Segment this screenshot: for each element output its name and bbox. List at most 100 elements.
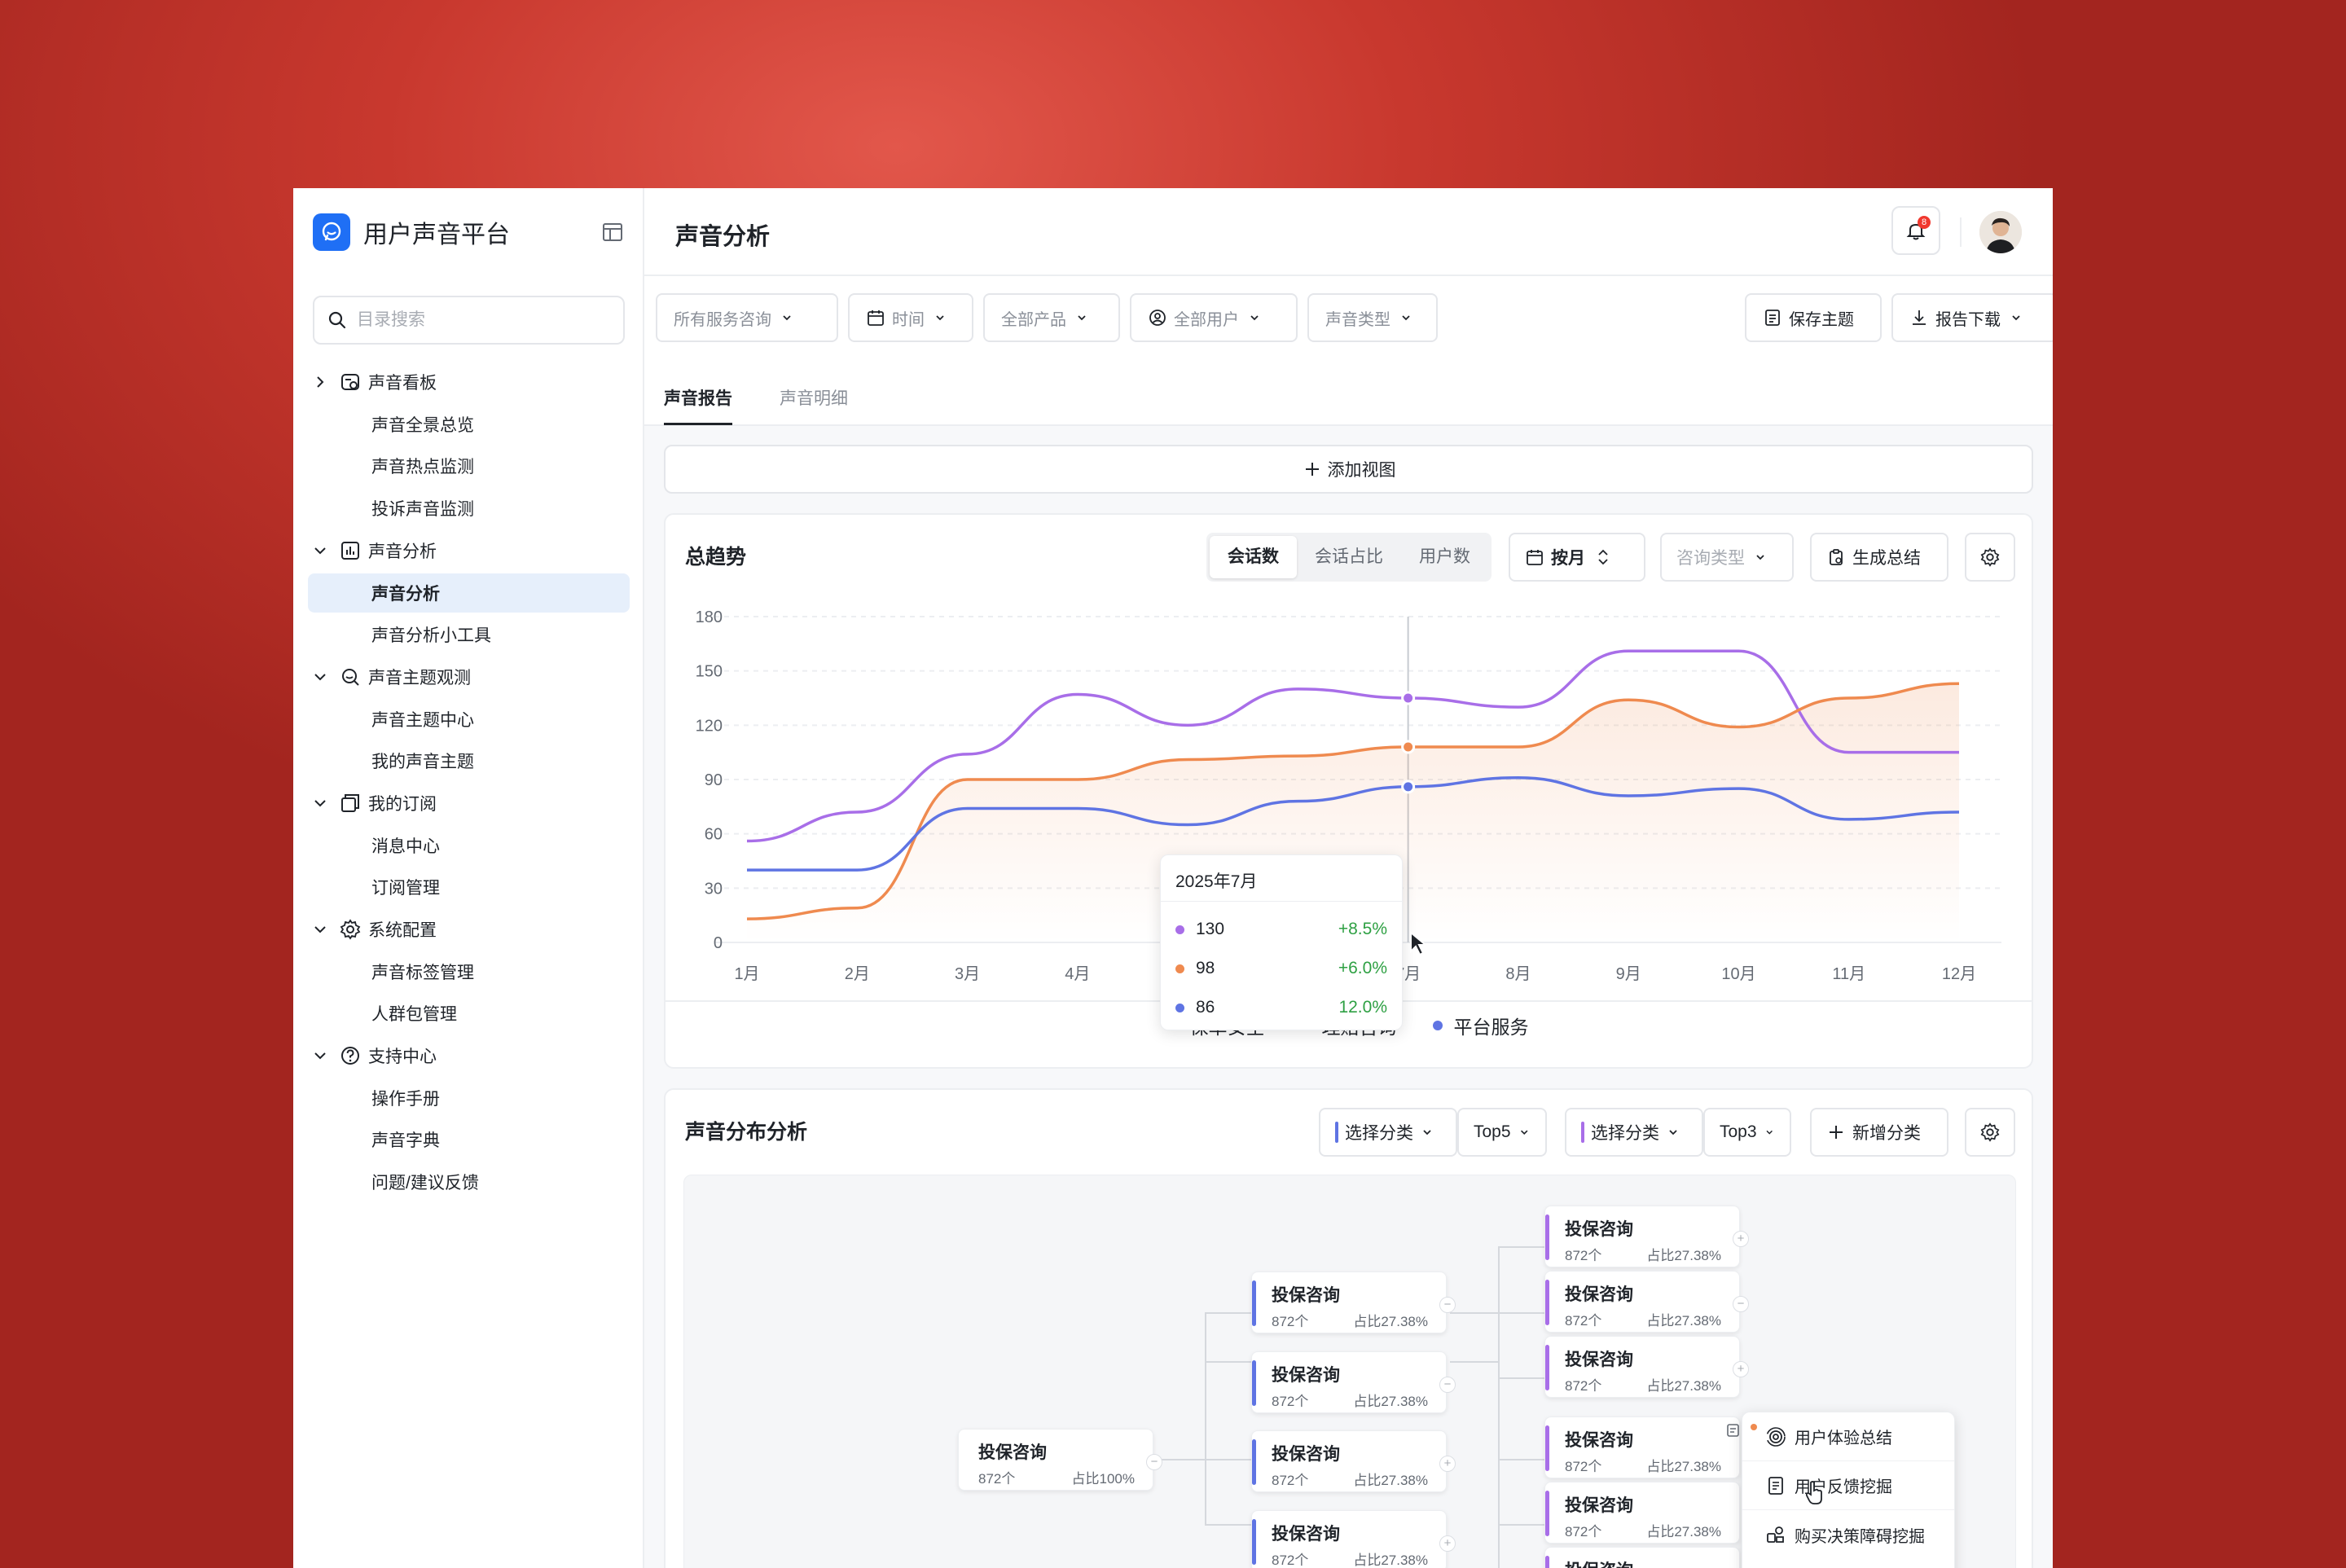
sidebar-item-complaint[interactable]: 投诉声音监测 <box>293 487 644 529</box>
sidebar-item-message-center[interactable]: 消息中心 <box>293 824 644 867</box>
tree-level1-node[interactable]: 投保咨询 872个 占比27.38% + <box>1251 1510 1456 1568</box>
report-download-button[interactable]: 报告下载 <box>1891 293 2053 342</box>
tree-level1-node[interactable]: 投保咨询 872个 占比27.38% − <box>1251 1272 1456 1333</box>
chevron-right-icon <box>317 376 324 388</box>
tooltip-divider <box>1161 901 1402 902</box>
add-category-button[interactable]: 新增分类 <box>1810 1108 1948 1157</box>
nav-group-support[interactable]: 支持中心 <box>293 1034 644 1077</box>
consult-type-select[interactable]: 咨询类型 <box>1660 533 1794 582</box>
top-n-select-2[interactable]: Top3 <box>1703 1108 1791 1157</box>
sort-updown-icon <box>1598 549 1608 565</box>
top-n-select-1[interactable]: Top5 <box>1457 1108 1547 1157</box>
tree-level2-node[interactable]: 投保咨询 <box>1544 1547 1740 1568</box>
category-select-1[interactable]: 选择分类 <box>1319 1108 1457 1157</box>
voice-type-filter[interactable]: 声音类型 <box>1307 293 1438 342</box>
service-filter[interactable]: 所有服务咨询 <box>656 293 838 342</box>
product-filter[interactable]: 全部产品 <box>983 293 1120 342</box>
sidebar-item-voice-analysis[interactable]: 声音分析 <box>308 573 630 613</box>
category-select-2[interactable]: 选择分类 <box>1565 1108 1703 1157</box>
tab-voice-report[interactable]: 声音报告 <box>664 385 732 425</box>
edit-note-icon[interactable] <box>1726 1422 1742 1438</box>
collapse-node-icon[interactable]: − <box>1439 1297 1456 1313</box>
node-color-bar <box>1252 1519 1256 1565</box>
x-tick-label: 3月 <box>955 965 980 983</box>
chevron-down-icon <box>314 547 326 554</box>
tab-voice-detail[interactable]: 声音明细 <box>780 385 848 423</box>
menu-item-purchase-barrier[interactable]: 购买决策障碍挖掘 <box>1742 1510 1954 1559</box>
nav-group-theme[interactable]: 声音主题观测 <box>293 656 644 698</box>
node-title: 投保咨询 <box>1565 1351 1633 1369</box>
gear-icon <box>340 919 361 940</box>
document-icon <box>1765 310 1780 326</box>
expand-node-icon[interactable]: + <box>1733 1361 1749 1377</box>
tree-root-node[interactable]: 投保咨询 872个 占比100% − <box>958 1429 1162 1491</box>
collapse-node-icon[interactable]: − <box>1733 1296 1749 1312</box>
catalog-search[interactable] <box>313 296 625 345</box>
search-input[interactable] <box>357 310 601 330</box>
tooltip-dot <box>1175 925 1184 934</box>
collapse-node-icon[interactable]: − <box>1146 1454 1162 1470</box>
legend-item[interactable]: 平台服务 <box>1432 1012 1529 1039</box>
subscription-icon <box>341 794 359 812</box>
mouse-cursor-icon <box>1410 930 1428 956</box>
tree-level1-node[interactable]: 投保咨询 872个 占比27.38% − <box>1251 1351 1456 1413</box>
time-filter[interactable]: 时间 <box>848 293 973 342</box>
save-theme-button[interactable]: 保存主题 <box>1745 293 1882 342</box>
tree-level1-node[interactable]: 投保咨询 872个 占比27.38% + <box>1251 1430 1456 1492</box>
tooltip-dot <box>1175 964 1184 973</box>
collapse-node-icon[interactable]: − <box>1439 1377 1456 1393</box>
sidebar-item-dictionary[interactable]: 声音字典 <box>293 1119 644 1162</box>
segment-session-ratio[interactable]: 会话占比 <box>1297 536 1401 578</box>
period-select[interactable]: 按月 <box>1509 533 1645 582</box>
chevron-down-icon <box>1669 1130 1677 1135</box>
sidebar-item-my-theme[interactable]: 我的声音主题 <box>293 740 644 783</box>
chevron-down-icon <box>1423 1130 1431 1135</box>
nav-group-subscription[interactable]: 我的订阅 <box>293 782 644 824</box>
avatar[interactable] <box>1979 211 2022 253</box>
tree-level2-node[interactable]: 投保咨询 872个 占比27.38% + <box>1544 1206 1749 1267</box>
sidebar-item-feedback[interactable]: 问题/建议反馈 <box>293 1161 644 1203</box>
add-view-button[interactable]: 添加视图 <box>664 445 2033 494</box>
filter-label: 所有服务咨询 <box>674 310 771 329</box>
tree-level2-node[interactable]: 投保咨询 872个 占比27.38% − <box>1544 1271 1749 1333</box>
tree-level2-node[interactable]: 投保咨询 872个 占比27.38% + <box>1544 1336 1749 1398</box>
node-color-bar <box>1545 1280 1549 1325</box>
generate-summary-button[interactable]: 生成总结 <box>1810 533 1948 582</box>
sidebar-item-manual[interactable]: 操作手册 <box>293 1077 644 1119</box>
node-color-bar <box>1252 1439 1256 1485</box>
sidebar-item-analysis-tools[interactable]: 声音分析小工具 <box>293 614 644 657</box>
tree-level2-node[interactable]: 投保咨询 872个 占比27.38% <box>1544 1482 1740 1544</box>
expand-node-icon[interactable]: + <box>1439 1535 1456 1552</box>
category-color-bar <box>1581 1122 1584 1143</box>
gear-icon <box>1980 1122 2000 1142</box>
distribution-settings-button[interactable] <box>1965 1108 2015 1157</box>
sidebar-item-theme-center[interactable]: 声音主题中心 <box>293 698 644 740</box>
segment-sessions[interactable]: 会话数 <box>1210 536 1297 578</box>
menu-item-feedback-mining[interactable]: 用户反馈挖掘 <box>1742 1461 1954 1510</box>
nav-group-analysis[interactable]: 声音分析 <box>293 529 644 572</box>
chart-settings-button[interactable] <box>1965 533 2015 582</box>
sidebar-item-subscription-manage[interactable]: 订阅管理 <box>293 867 644 909</box>
sidebar-item-crowd-manage[interactable]: 人群包管理 <box>293 993 644 1035</box>
x-tick-label: 2月 <box>845 965 870 983</box>
tree-level2-node[interactable]: 投保咨询 872个 占比27.38% <box>1544 1416 1740 1478</box>
chevron-down-icon <box>783 315 791 321</box>
app-window: 用户声音平台 声音看板 声音全景总览 声音热点监测 投诉声音监测 声音分析 <box>293 188 2053 1568</box>
notification-button[interactable]: 8 <box>1891 206 1940 255</box>
expand-node-icon[interactable]: + <box>1439 1456 1456 1472</box>
segment-users[interactable]: 用户数 <box>1401 536 1488 578</box>
node-title: 投保咨询 <box>1272 1366 1340 1385</box>
sidebar-item-tag-manage[interactable]: 声音标签管理 <box>293 951 644 993</box>
menu-item-experience-summary[interactable]: 用户体验总结 <box>1742 1412 1954 1461</box>
users-filter[interactable]: 全部用户 <box>1130 293 1298 342</box>
sidebar-item-overview[interactable]: 声音全景总览 <box>293 403 644 446</box>
node-count: 872个 <box>1565 1459 1602 1474</box>
sidebar-item-hotspot[interactable]: 声音热点监测 <box>293 446 644 488</box>
nav-group-label: 声音分析 <box>368 542 437 561</box>
nav-group-settings[interactable]: 系统配置 <box>293 908 644 951</box>
menu-indicator-dot <box>1751 1424 1757 1430</box>
sidebar-collapse-icon[interactable] <box>601 221 624 244</box>
expand-node-icon[interactable]: + <box>1733 1231 1749 1247</box>
nav-group-dashboard[interactable]: 声音看板 <box>293 361 644 403</box>
document-list-icon <box>1768 1476 1783 1495</box>
